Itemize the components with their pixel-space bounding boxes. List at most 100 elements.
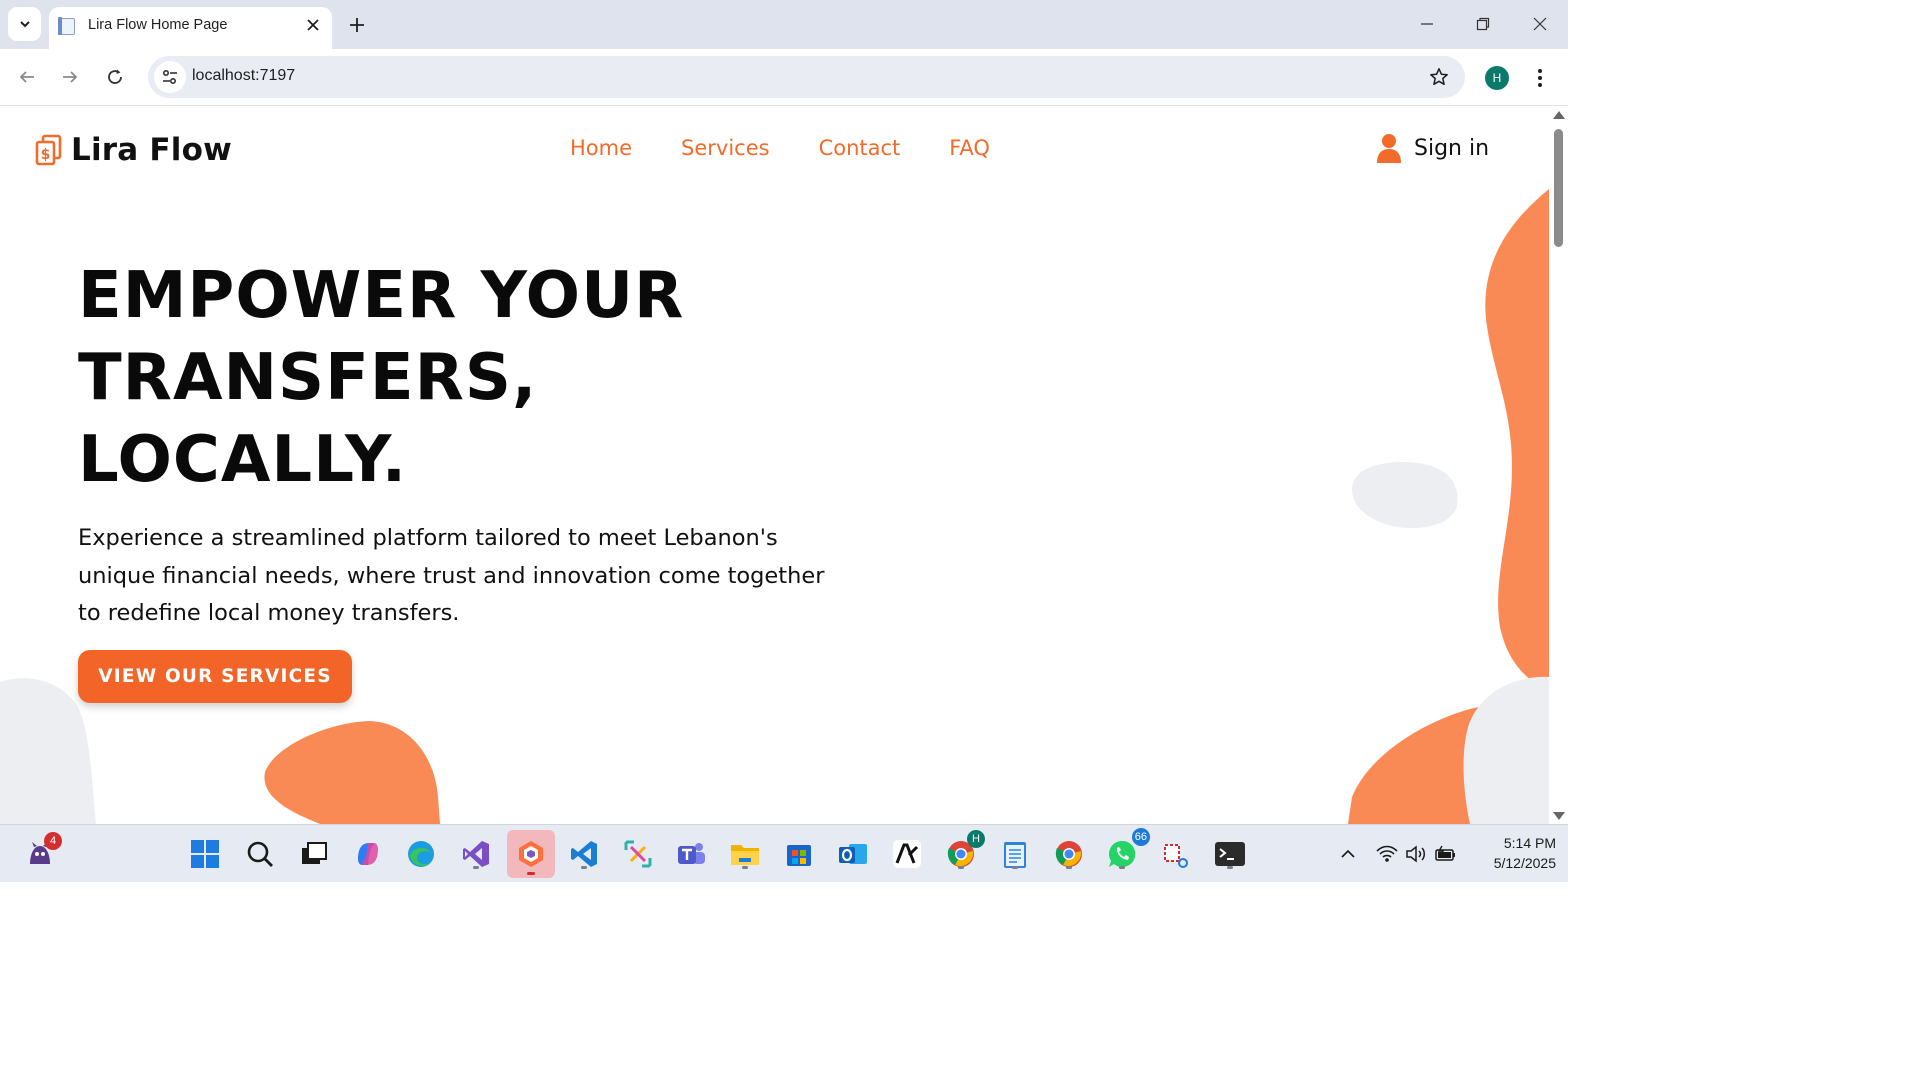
taskbar-search[interactable] — [242, 836, 278, 872]
taskbar-file-explorer[interactable] — [727, 836, 763, 872]
taskbar-ms-store[interactable] — [781, 836, 817, 872]
cube-app-icon — [519, 841, 543, 867]
terminal-icon — [1215, 842, 1245, 866]
taskbar-cube-app[interactable] — [507, 830, 555, 878]
close-icon — [307, 19, 319, 31]
speaker-icon — [1406, 845, 1425, 863]
system-clock[interactable]: 5:14 PM 5/12/2025 — [1468, 833, 1556, 873]
show-hidden-icons-button[interactable] — [1336, 842, 1360, 866]
profile-avatar[interactable]: H — [1485, 66, 1509, 90]
taskbar-widgets[interactable]: 4 — [22, 832, 62, 872]
page-scrollbar[interactable] — [1549, 107, 1568, 824]
visual-studio-icon — [463, 841, 489, 867]
main-nav: Home Services Contact FAQ — [570, 136, 990, 160]
chevron-down-icon — [19, 21, 30, 28]
arrow-right-icon — [63, 71, 78, 83]
clock-time: 5:14 PM — [1503, 835, 1556, 851]
site-info-button[interactable] — [154, 61, 186, 93]
sign-in-link[interactable]: Sign in — [1376, 133, 1489, 163]
minimize-icon — [1421, 23, 1433, 25]
taskbar-notepad[interactable] — [997, 836, 1033, 872]
taskbar: 4 H 66 5:14 PM 5/12/2025 — [0, 824, 1568, 882]
taskbar-terminal[interactable] — [1212, 836, 1248, 872]
running-indicator — [1227, 866, 1233, 869]
hero-title: EMPOWER YOUR TRANSFERS, LOCALLY. — [78, 255, 878, 501]
notification-badge: 4 — [44, 832, 62, 850]
scrollbar-thumb[interactable] — [1554, 129, 1563, 247]
active-indicator — [527, 872, 535, 875]
view-services-button[interactable]: VIEW OUR SERVICES — [78, 650, 352, 703]
tab-title: Lira Flow Home Page — [88, 17, 228, 33]
running-indicator — [1119, 866, 1125, 869]
nav-link-home[interactable]: Home — [570, 136, 632, 160]
tab-search-button[interactable] — [8, 7, 41, 41]
restore-icon — [1476, 17, 1490, 31]
taskbar-snipping-tool[interactable] — [620, 836, 656, 872]
page-favicon-icon — [58, 17, 75, 35]
whatsapp-icon — [1108, 840, 1136, 867]
url-text[interactable]: localhost:7197 — [192, 67, 295, 85]
hero-title-line: TRANSFERS, — [78, 341, 538, 415]
wifi-status[interactable] — [1375, 842, 1399, 866]
reload-button[interactable] — [100, 62, 130, 92]
tab-close-button[interactable] — [303, 15, 323, 35]
task-view-button[interactable] — [296, 836, 332, 872]
taskbar-chrome-profile[interactable]: H — [943, 830, 985, 872]
browser-tab-bar: Lira Flow Home Page — [0, 0, 1568, 49]
bookmark-star-button[interactable] — [1427, 65, 1451, 89]
taskbar-text-app[interactable] — [889, 836, 925, 872]
money-document-icon: $ — [35, 134, 62, 166]
minimize-window-button[interactable] — [1414, 11, 1440, 37]
start-button[interactable] — [187, 836, 223, 872]
taskbar-edge[interactable] — [403, 836, 439, 872]
running-indicator — [958, 866, 964, 869]
battery-status[interactable] — [1433, 842, 1457, 866]
taskbar-whatsapp[interactable]: 66 — [1104, 828, 1150, 872]
restore-window-button[interactable] — [1470, 11, 1496, 37]
back-button[interactable] — [12, 62, 42, 92]
store-icon — [787, 845, 811, 866]
tune-icon — [162, 69, 177, 85]
taskbar-visual-studio[interactable] — [458, 836, 494, 872]
nav-link-services[interactable]: Services — [681, 136, 770, 160]
message-count-badge: 66 — [1131, 828, 1150, 846]
brand-name: Lira Flow — [71, 132, 232, 168]
taskbar-teams[interactable] — [673, 836, 709, 872]
plus-icon — [350, 18, 364, 32]
browser-menu-button[interactable] — [1530, 64, 1550, 92]
outlook-icon — [839, 844, 867, 864]
scroll-down-icon[interactable] — [1553, 812, 1565, 820]
blob-orange-right — [1485, 189, 1549, 692]
running-indicator — [742, 866, 748, 869]
browser-tab-active[interactable]: Lira Flow Home Page — [49, 7, 332, 49]
forward-button[interactable] — [55, 62, 85, 92]
taskbar-paint-tool[interactable] — [1158, 836, 1194, 872]
user-icon — [1377, 134, 1401, 163]
folder-icon — [731, 845, 759, 865]
nav-link-contact[interactable]: Contact — [819, 136, 901, 160]
volume-control[interactable] — [1404, 842, 1428, 866]
more-vert-icon — [1538, 69, 1542, 87]
running-indicator — [1066, 866, 1072, 869]
running-indicator — [1012, 866, 1018, 869]
site-logo[interactable]: $ Lira Flow — [35, 132, 232, 168]
windows-logo-icon — [191, 840, 219, 868]
close-window-button[interactable] — [1527, 11, 1553, 37]
battery-charging-icon — [1435, 845, 1455, 861]
notepad-icon — [1004, 842, 1026, 868]
hero-description: Experience a streamlined platform tailor… — [78, 525, 825, 626]
teams-icon — [678, 843, 705, 864]
scroll-up-icon[interactable] — [1553, 111, 1565, 119]
taskbar-chrome[interactable] — [1051, 836, 1087, 872]
chrome-icon — [1055, 841, 1082, 867]
taskbar-vscode[interactable] — [566, 836, 602, 872]
task-view-icon — [302, 842, 327, 864]
vscode-icon — [571, 841, 597, 867]
edge-icon — [408, 841, 434, 867]
address-bar[interactable]: localhost:7197 — [148, 56, 1465, 98]
new-tab-button[interactable] — [344, 12, 370, 38]
taskbar-copilot[interactable] — [350, 836, 386, 872]
snipping-icon — [624, 840, 652, 868]
taskbar-outlook[interactable] — [835, 836, 871, 872]
nav-link-faq[interactable]: FAQ — [949, 136, 990, 160]
